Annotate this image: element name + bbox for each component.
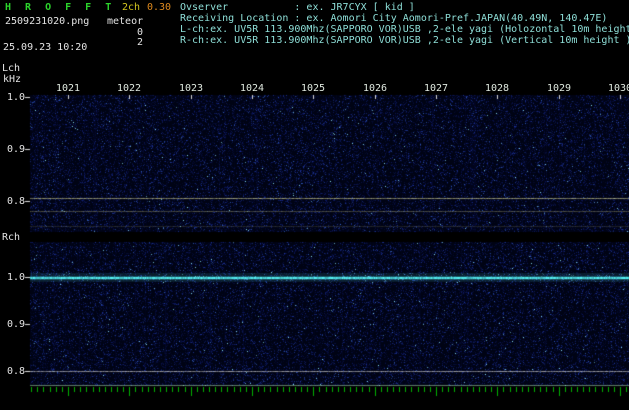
khz-unit-label: kHz xyxy=(3,74,22,85)
time-label: 1027 xyxy=(424,83,449,94)
freq-tick-label: 0.9 xyxy=(7,319,26,330)
rch-axis-title: Rch xyxy=(2,232,21,243)
timestamp: 25.09.23 10:20 xyxy=(3,42,88,53)
time-label: 1022 xyxy=(117,83,142,94)
freq-tick-label: 1.0 xyxy=(7,272,26,283)
location-line: Receiving Location : ex. Aomori City Aom… xyxy=(180,13,608,24)
time-label: 1021 xyxy=(56,83,81,94)
time-label: 1030 xyxy=(608,83,629,94)
app-title: H R O F F T xyxy=(5,2,116,13)
observer-line: Ovserver : ex. JR7CYX [ kid ] xyxy=(180,2,415,13)
mode-label: meteor xyxy=(107,16,144,27)
time-label: 1025 xyxy=(301,83,326,94)
time-label: 1023 xyxy=(179,83,204,94)
rch-info-line: R-ch:ex. UV5R 113.900Mhz(SAPPORO VOR)USB… xyxy=(180,35,629,46)
time-label: 1024 xyxy=(240,83,265,94)
rch-meteor-count: 2 xyxy=(137,37,144,48)
freq-tick-label: 0.8 xyxy=(7,366,26,377)
lch-axis-title: Lch xyxy=(2,63,21,74)
freq-tick-label: 0.8 xyxy=(7,196,26,207)
time-label: 1028 xyxy=(485,83,510,94)
app-version-number: 0.30 xyxy=(147,2,172,13)
spectrogram-canvas xyxy=(0,0,629,410)
lch-info-line: L-ch:ex. UV5R 113.900Mhz(SAPPORO VOR)USB… xyxy=(180,24,629,35)
time-label: 1029 xyxy=(547,83,572,94)
hrofft-window: H R O F F T 2ch 0.30 2509231020.png mete… xyxy=(0,0,629,410)
output-filename: 2509231020.png xyxy=(5,16,90,27)
app-version-channels: 2ch xyxy=(122,2,141,13)
freq-tick-label: 1.0 xyxy=(7,92,26,103)
time-label: 1026 xyxy=(363,83,388,94)
freq-tick-label: 0.9 xyxy=(7,144,26,155)
